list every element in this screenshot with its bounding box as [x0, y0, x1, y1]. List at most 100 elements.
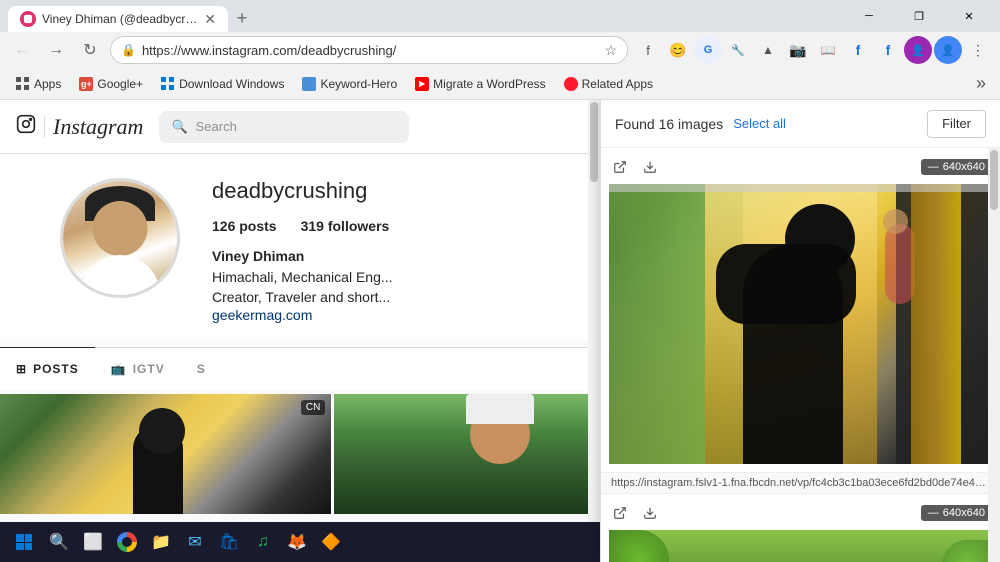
bookmark-download-label: Download Windows	[179, 77, 284, 91]
search-icon: 🔍	[171, 119, 187, 135]
tv-icon: 📺	[111, 362, 127, 376]
download-btn-1[interactable]	[639, 156, 661, 178]
open-link-btn-2[interactable]	[609, 502, 631, 524]
fb-icon[interactable]: f	[844, 36, 872, 64]
ig-post-1[interactable]: CN	[0, 394, 331, 514]
bookmark-migrate[interactable]: ▶ Migrate a WordPress	[407, 74, 553, 94]
ig-tab-igtv[interactable]: 📺 IGTV	[95, 348, 181, 390]
youtube-icon: ▶	[415, 77, 429, 91]
tool2-icon[interactable]: 🔧	[724, 36, 752, 64]
size-dash-2: —	[928, 507, 939, 519]
back-btn[interactable]: ←	[8, 36, 36, 64]
start-btn[interactable]	[8, 526, 40, 558]
download-btn-2[interactable]	[639, 502, 661, 524]
store-taskbar-icon[interactable]: 🛍	[214, 527, 244, 557]
user2-icon[interactable]: 👤	[934, 36, 962, 64]
title-bar: Viney Dhiman (@deadbycrushin... ✕ + ─ ❐ …	[0, 0, 1000, 32]
minimize-btn[interactable]: ─	[846, 0, 892, 32]
forward-btn[interactable]: →	[42, 36, 70, 64]
active-tab[interactable]: Viney Dhiman (@deadbycrushin... ✕	[8, 6, 228, 32]
image-item-2: — 640x640	[601, 494, 1000, 562]
ig-search[interactable]: 🔍 Search	[159, 111, 409, 143]
maximize-btn[interactable]: ❐	[896, 0, 942, 32]
ig-tab-igtv-label: IGTV	[133, 362, 165, 376]
image-size-text-2: 640x640	[943, 507, 985, 519]
ig-logo-divider	[44, 116, 45, 138]
windows-icon	[161, 77, 175, 91]
emoji-icon[interactable]: 😊	[664, 36, 692, 64]
bookmark-migrate-label: Migrate a WordPress	[433, 77, 545, 91]
image-size-text-1: 640x640	[943, 161, 985, 173]
window-controls: ─ ❐ ✕	[846, 0, 992, 32]
google-plus-icon: g+	[79, 77, 93, 91]
reload-btn[interactable]: ↻	[76, 36, 104, 64]
fb2-icon[interactable]: f	[874, 36, 902, 64]
search-taskbar-btn[interactable]: 🔍	[44, 527, 74, 557]
close-btn[interactable]: ✕	[946, 0, 992, 32]
post-1-overlay: CN	[301, 400, 325, 415]
popup-scroll-area[interactable]: — 640x640	[601, 148, 1000, 562]
image-size-badge-2: — 640x640	[921, 505, 992, 521]
tab-close-btn[interactable]: ✕	[204, 11, 216, 28]
ig-tab-saved[interactable]: S	[181, 348, 222, 390]
open-link-btn-1[interactable]	[609, 156, 631, 178]
ig-logo-text: Instagram	[53, 114, 143, 140]
task-view-btn[interactable]: ⬜	[78, 527, 108, 557]
select-all-btn[interactable]: Select all	[733, 116, 786, 131]
image-preview-1	[609, 184, 992, 464]
bookmark-related[interactable]: Related Apps	[556, 74, 661, 94]
keyword-icon	[302, 77, 316, 91]
bookmark-apps-label: Apps	[34, 77, 61, 91]
drive-icon[interactable]: ▲	[754, 36, 782, 64]
url-bar[interactable]: 🔒 https://www.instagram.com/deadbycrushi…	[110, 36, 628, 64]
page-content: Instagram 🔍 Search	[0, 100, 1000, 562]
filter-btn[interactable]: Filter	[927, 110, 986, 138]
bookmark-keyword-label: Keyword-Hero	[320, 77, 397, 91]
ig-avatar	[60, 178, 180, 298]
popup-scrollbar-thumb[interactable]	[990, 150, 998, 210]
extra-taskbar-icon[interactable]: 🔶	[316, 527, 346, 557]
bookmark-star-icon[interactable]: ☆	[604, 42, 617, 59]
book-icon[interactable]: 📖	[814, 36, 842, 64]
page-scrollbar[interactable]	[588, 100, 600, 562]
address-bar: ← → ↻ 🔒 https://www.instagram.com/deadby…	[0, 32, 1000, 68]
ig-tab-posts[interactable]: ⊞ POSTS	[0, 347, 95, 390]
more-tools-icon[interactable]: ⋮	[964, 36, 992, 64]
tab-area: Viney Dhiman (@deadbycrushin... ✕ +	[8, 0, 842, 32]
extensions-icon[interactable]: f	[634, 36, 662, 64]
chrome-taskbar-icon[interactable]	[112, 527, 142, 557]
tool1-icon[interactable]: G	[694, 36, 722, 64]
popup-scrollbar[interactable]	[988, 148, 1000, 562]
size-dash: —	[928, 161, 939, 173]
ig-posts-stat: 126 posts	[212, 218, 277, 234]
popup-header: Found 16 images Select all Filter	[601, 100, 1000, 148]
bookmark-keyword[interactable]: Keyword-Hero	[294, 74, 405, 94]
page-scrollbar-thumb[interactable]	[590, 102, 598, 182]
bookmarks-bar: Apps g+ Google+ Download Windows Keyword…	[0, 68, 1000, 100]
explorer-taskbar-icon[interactable]: 📁	[146, 527, 176, 557]
apps-grid-icon	[16, 77, 30, 91]
found-images-text: Found 16 images	[615, 116, 723, 132]
ig-camera-icon	[16, 114, 36, 140]
bookmarks-more-btn[interactable]: »	[970, 71, 992, 96]
bookmark-google-plus[interactable]: g+ Google+	[71, 74, 151, 94]
ig-search-placeholder: Search	[196, 119, 237, 134]
bookmark-download[interactable]: Download Windows	[153, 74, 292, 94]
camera-icon[interactable]: 📷	[784, 36, 812, 64]
grid-icon: ⊞	[16, 362, 27, 376]
ig-logo: Instagram	[16, 114, 143, 140]
lock-icon: 🔒	[121, 43, 136, 57]
url-text: https://www.instagram.com/deadbycrushing…	[142, 43, 598, 58]
tab-favicon	[20, 11, 36, 27]
tab-title: Viney Dhiman (@deadbycrushin...	[42, 12, 198, 26]
bookmark-google-plus-label: Google+	[97, 77, 143, 91]
new-tab-btn[interactable]: +	[228, 4, 256, 32]
image-toolbar-1: — 640x640	[609, 156, 992, 178]
firefox-taskbar-icon[interactable]: 🦊	[282, 527, 312, 557]
spotify-taskbar-icon[interactable]: ♫	[248, 527, 278, 557]
mail-taskbar-icon[interactable]: ✉	[180, 527, 210, 557]
image-size-badge-1: — 640x640	[921, 159, 992, 175]
bookmark-apps[interactable]: Apps	[8, 74, 69, 94]
user-icon[interactable]: 👤	[904, 36, 932, 64]
ig-followers-stat: 319 followers	[301, 218, 390, 234]
